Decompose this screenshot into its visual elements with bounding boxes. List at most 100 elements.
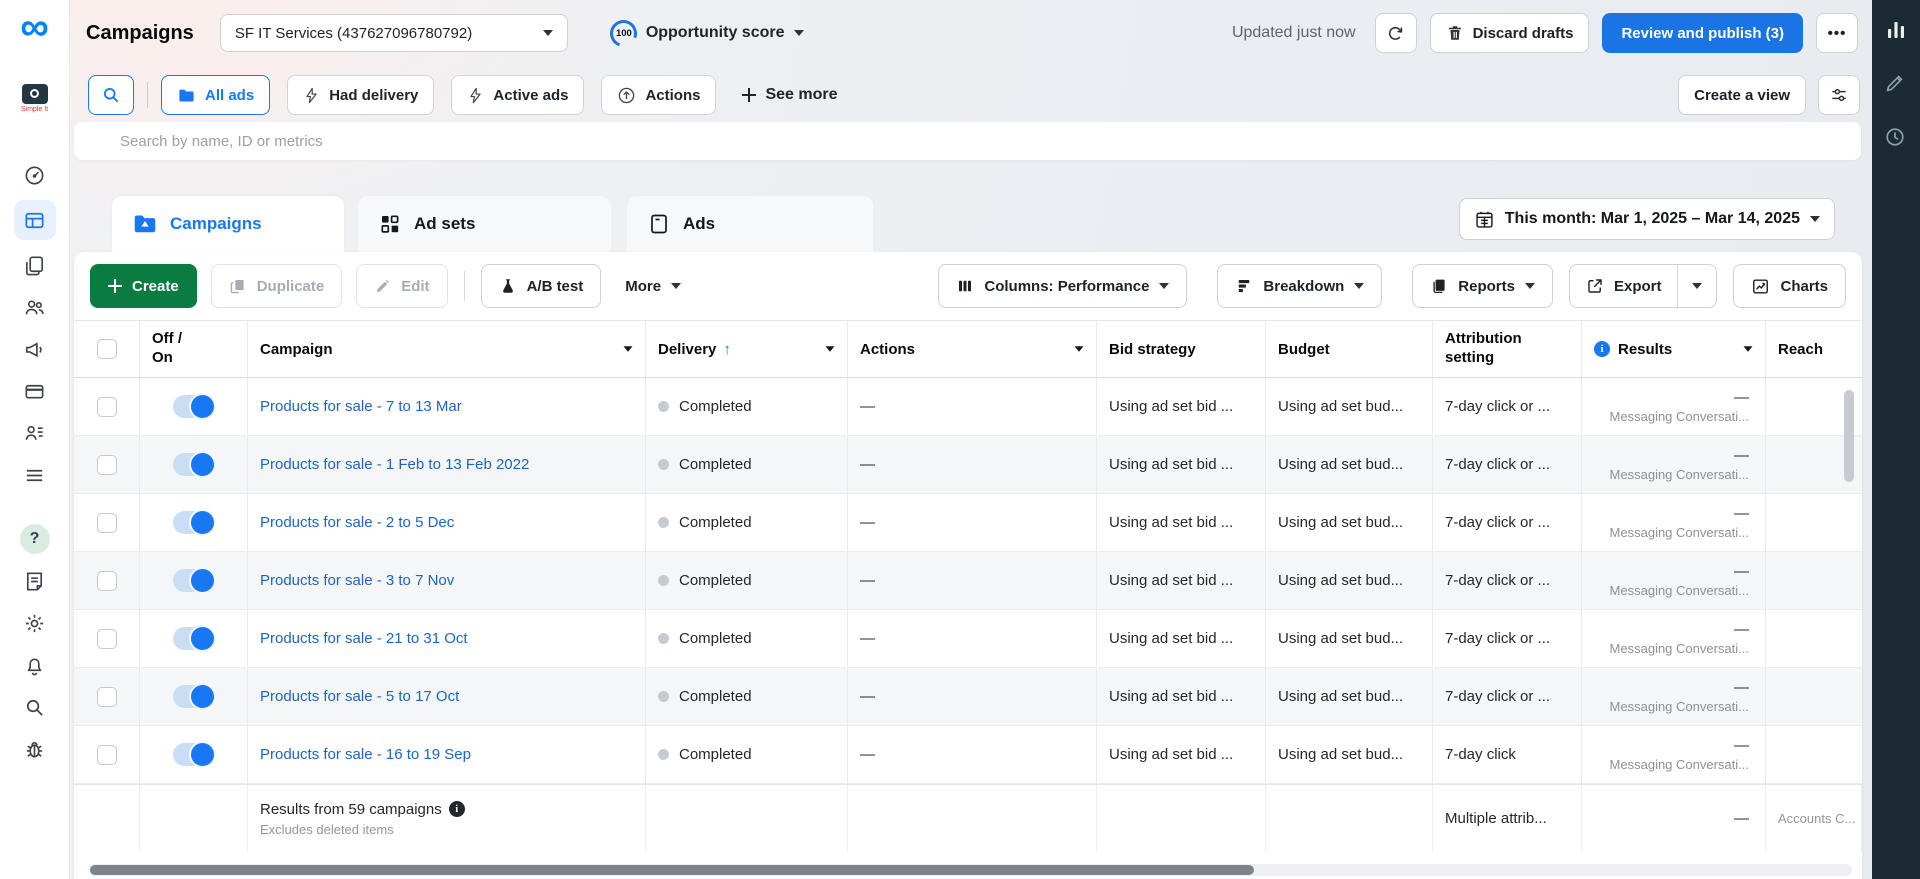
audiences-icon[interactable] bbox=[15, 290, 55, 324]
search-filter-chip[interactable] bbox=[88, 75, 134, 115]
date-range-selector[interactable]: This month: Mar 1, 2025 – Mar 14, 2025 bbox=[1458, 198, 1835, 240]
tab-campaigns[interactable]: Campaigns bbox=[112, 196, 344, 252]
help-icon[interactable]: ? bbox=[15, 522, 55, 556]
header-results[interactable]: i Results bbox=[1582, 321, 1766, 377]
actions-cell: — bbox=[848, 610, 1097, 667]
bid-strategy-cell: Using ad set bid ... bbox=[1097, 436, 1266, 493]
row-checkbox[interactable] bbox=[96, 570, 117, 591]
edit-button[interactable]: Edit bbox=[356, 264, 448, 308]
campaign-link[interactable]: Products for sale - 21 to 31 Oct bbox=[260, 630, 468, 647]
reach-cell bbox=[1766, 726, 1862, 783]
info-icon[interactable]: i bbox=[448, 801, 465, 817]
history-clock-icon[interactable] bbox=[1884, 126, 1908, 150]
campaign-toggle[interactable] bbox=[172, 683, 216, 710]
charts-button[interactable]: Charts bbox=[1733, 264, 1846, 308]
billing-icon[interactable] bbox=[15, 374, 55, 408]
campaign-toggle[interactable] bbox=[172, 509, 216, 536]
all-tools-menu-icon[interactable] bbox=[15, 458, 55, 492]
insights-chart-icon[interactable] bbox=[1884, 18, 1908, 42]
campaigns-nav-icon[interactable] bbox=[13, 200, 56, 240]
budget-cell: Using ad set bud... bbox=[1266, 378, 1433, 435]
attribution-cell: 7-day click or ... bbox=[1433, 668, 1582, 725]
filter-chip-actions[interactable]: Actions bbox=[601, 75, 717, 115]
table-body: Products for sale - 7 to 13 Mar Complete… bbox=[74, 378, 1862, 784]
page-title: Campaigns bbox=[86, 21, 194, 44]
summary-reach-cell: Accounts C... bbox=[1766, 785, 1862, 852]
header-budget[interactable]: Budget bbox=[1266, 321, 1433, 377]
campaign-toggle[interactable] bbox=[172, 741, 216, 768]
more-options-button[interactable]: ••• bbox=[1816, 13, 1858, 53]
campaign-link[interactable]: Products for sale - 2 to 5 Dec bbox=[260, 514, 454, 531]
report-bug-icon[interactable] bbox=[15, 732, 55, 766]
opportunity-score[interactable]: 100 Opportunity score bbox=[605, 15, 804, 51]
header-reach[interactable]: Reach bbox=[1766, 321, 1862, 377]
campaign-toggle[interactable] bbox=[172, 567, 216, 594]
horizontal-scrollbar-track[interactable] bbox=[88, 864, 1852, 876]
ab-test-button[interactable]: A/B test bbox=[480, 264, 602, 308]
chevron-down-icon bbox=[671, 283, 682, 289]
select-all-checkbox[interactable] bbox=[96, 339, 117, 359]
discard-drafts-button[interactable]: Discard drafts bbox=[1429, 13, 1590, 53]
results-metric-label: Messaging Conversati... bbox=[1609, 641, 1749, 656]
delivery-cell: Completed bbox=[646, 726, 848, 783]
edit-pencil-icon[interactable] bbox=[1884, 72, 1908, 96]
notifications-bell-icon[interactable] bbox=[15, 648, 55, 682]
campaigns-content-card: Create Duplicate Edit A/B test More Colu… bbox=[74, 252, 1862, 879]
campaign-link[interactable]: Products for sale - 1 Feb to 13 Feb 2022 bbox=[260, 456, 529, 473]
pencil-icon bbox=[377, 279, 390, 292]
meta-logo[interactable]: ∞ bbox=[15, 0, 55, 54]
header-actions[interactable]: Actions bbox=[848, 321, 1097, 377]
campaign-toggle[interactable] bbox=[172, 625, 216, 652]
ad-account-shortcut[interactable]: Simple It bbox=[15, 76, 55, 120]
ads-reporting-icon[interactable] bbox=[15, 248, 55, 282]
attribution-cell: 7-day click or ... bbox=[1433, 494, 1582, 551]
advertise-megaphone-icon[interactable] bbox=[15, 332, 55, 366]
filter-chip-had-delivery[interactable]: Had delivery bbox=[287, 75, 435, 115]
header-bid-strategy[interactable]: Bid strategy bbox=[1097, 321, 1266, 377]
more-menu-button[interactable]: More bbox=[625, 278, 682, 295]
campaign-link[interactable]: Products for sale - 3 to 7 Nov bbox=[260, 572, 454, 589]
row-checkbox[interactable] bbox=[96, 628, 117, 649]
search-input[interactable] bbox=[74, 122, 1861, 160]
settings-gear-icon[interactable] bbox=[15, 606, 55, 640]
reports-button[interactable]: Reports bbox=[1412, 264, 1553, 308]
breakdown-button[interactable]: Breakdown bbox=[1217, 264, 1383, 308]
columns-button[interactable]: Columns: Performance bbox=[938, 264, 1188, 308]
bid-strategy-cell: Using ad set bid ... bbox=[1097, 668, 1266, 725]
campaign-link[interactable]: Products for sale - 7 to 13 Mar bbox=[260, 398, 462, 415]
search-nav-icon[interactable] bbox=[15, 690, 55, 724]
row-checkbox[interactable] bbox=[96, 686, 117, 707]
tab-ad-sets[interactable]: Ad sets bbox=[358, 196, 611, 252]
budget-cell: Using ad set bud... bbox=[1266, 610, 1433, 667]
business-settings-icon[interactable] bbox=[15, 416, 55, 450]
create-a-view-button[interactable]: Create a view bbox=[1678, 75, 1806, 115]
duplicate-button[interactable]: Duplicate bbox=[210, 264, 343, 308]
campaign-link[interactable]: Products for sale - 16 to 19 Sep bbox=[260, 746, 471, 763]
campaign-toggle[interactable] bbox=[172, 393, 216, 420]
campaign-link[interactable]: Products for sale - 5 to 17 Oct bbox=[260, 688, 459, 705]
view-settings-button[interactable] bbox=[1818, 75, 1860, 115]
refresh-button[interactable] bbox=[1374, 13, 1417, 53]
tab-ads[interactable]: Ads bbox=[627, 196, 873, 252]
export-options-button[interactable] bbox=[1677, 265, 1716, 307]
export-button[interactable]: Export bbox=[1570, 265, 1678, 307]
account-overview-icon[interactable] bbox=[15, 158, 55, 192]
header-campaign[interactable]: Campaign bbox=[248, 321, 646, 377]
vertical-scrollbar[interactable] bbox=[1844, 390, 1854, 482]
row-checkbox[interactable] bbox=[96, 454, 117, 475]
row-checkbox[interactable] bbox=[96, 744, 117, 765]
header-delivery[interactable]: Delivery ↑ bbox=[646, 321, 848, 377]
see-more-filters-button[interactable]: See more bbox=[742, 86, 838, 104]
notes-icon[interactable] bbox=[15, 564, 55, 598]
delivery-status-dot bbox=[658, 691, 669, 702]
filter-chip-all-ads[interactable]: All ads bbox=[161, 75, 271, 115]
horizontal-scrollbar-thumb[interactable] bbox=[90, 865, 1255, 875]
campaign-toggle[interactable] bbox=[172, 451, 216, 478]
ad-account-selector[interactable]: SF IT Services (437627096780792) bbox=[219, 14, 568, 52]
header-attribution[interactable]: Attribution setting bbox=[1433, 321, 1582, 377]
row-checkbox[interactable] bbox=[96, 396, 117, 417]
row-checkbox[interactable] bbox=[96, 512, 117, 533]
review-and-publish-button[interactable]: Review and publish (3) bbox=[1602, 13, 1803, 53]
filter-chip-active-ads[interactable]: Active ads bbox=[451, 75, 585, 115]
create-button[interactable]: Create bbox=[90, 264, 197, 308]
